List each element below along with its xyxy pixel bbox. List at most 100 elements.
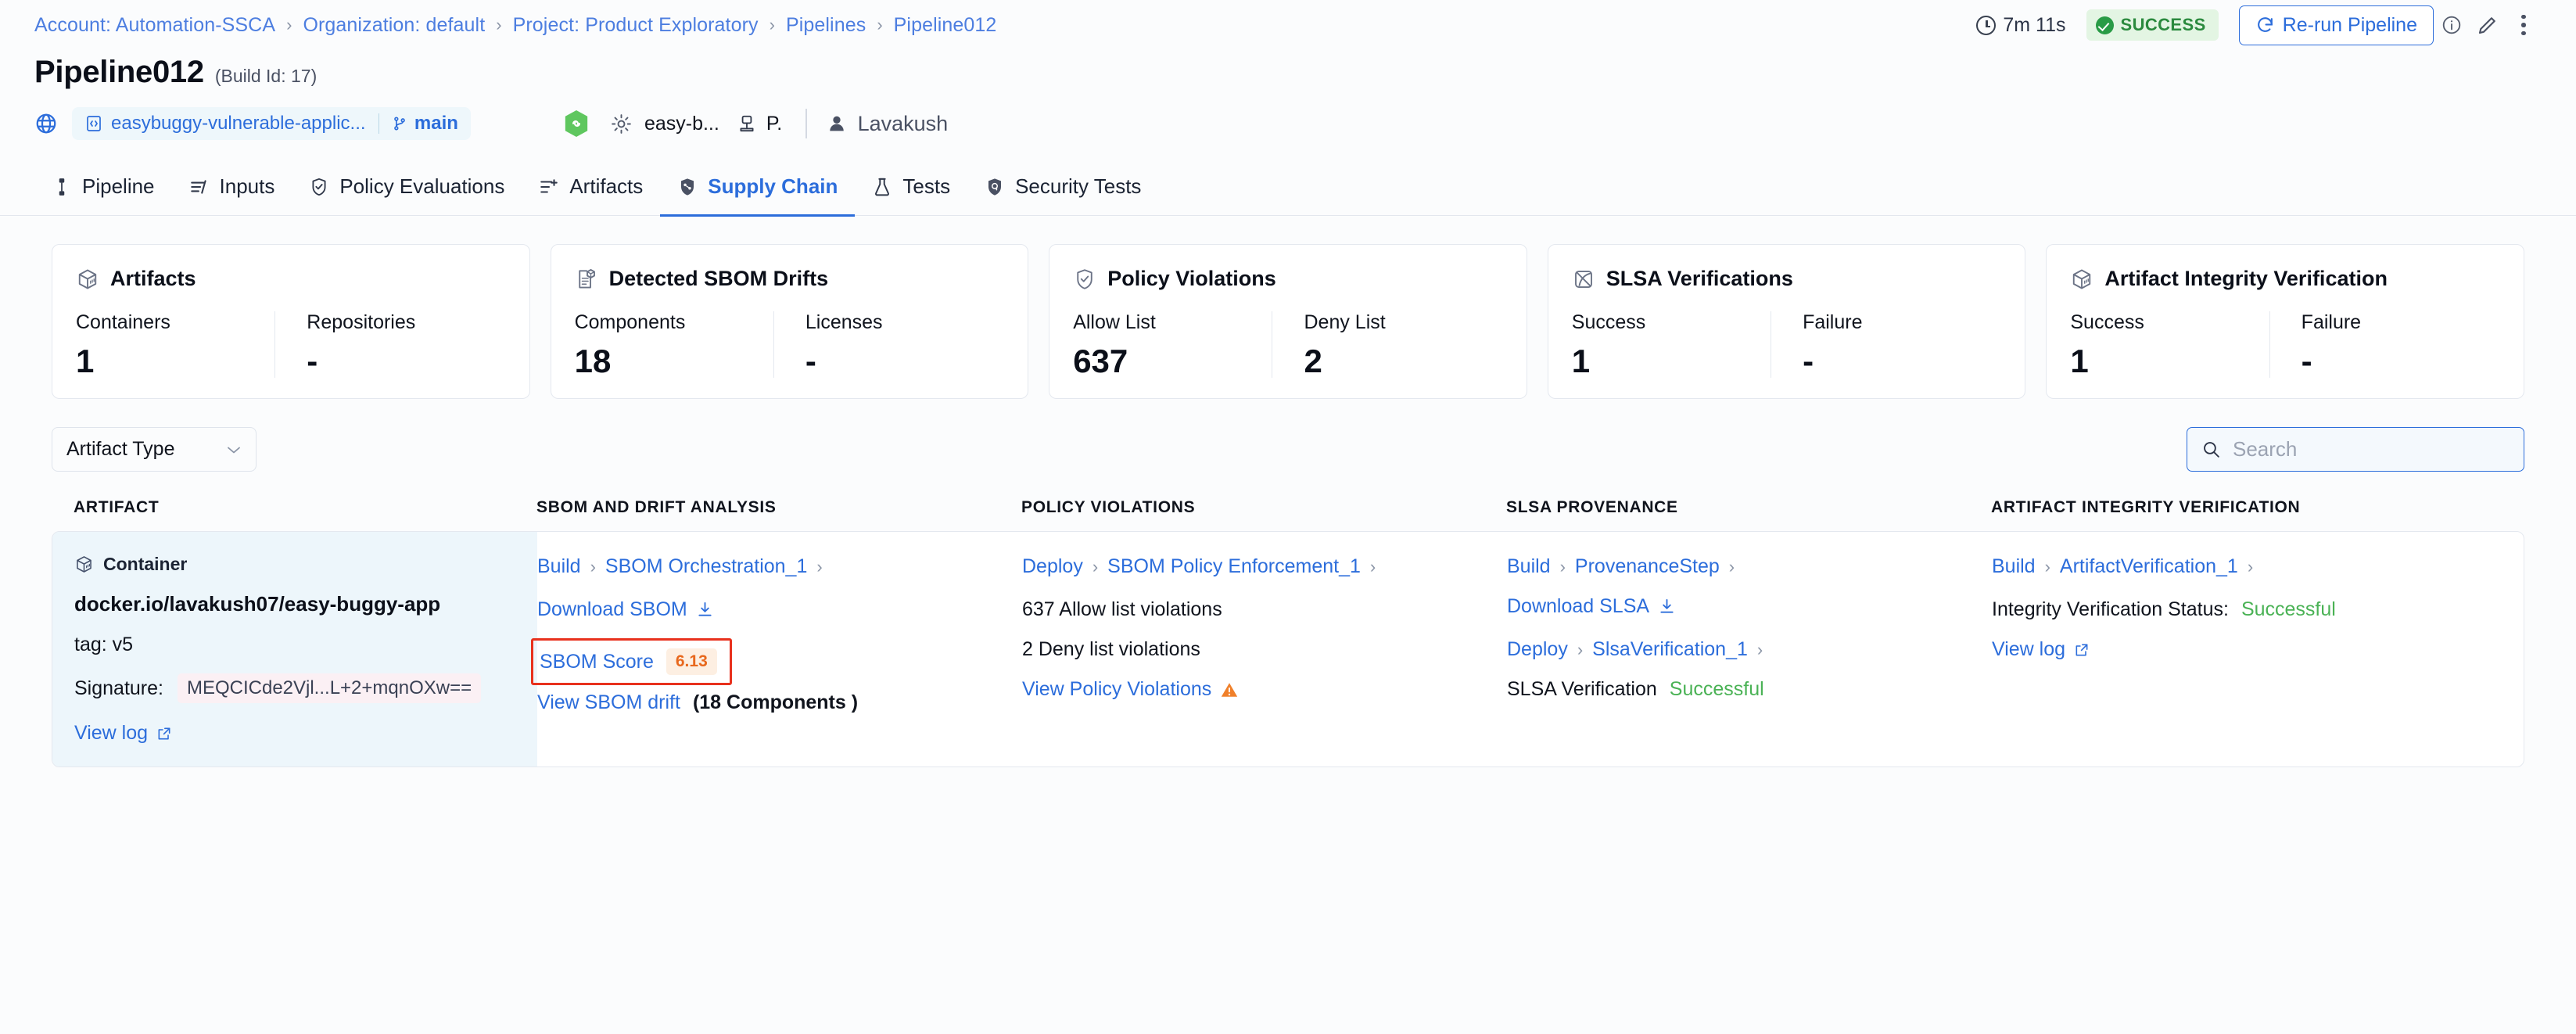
breadcrumb-item-pipelines[interactable]: Pipelines	[786, 14, 866, 37]
tab-supply-chain[interactable]: Supply Chain	[660, 162, 856, 217]
duration-text: 7m 11s	[2003, 13, 2066, 36]
download-slsa-link[interactable]: Download SLSA	[1507, 595, 1992, 618]
breadcrumb-item-project[interactable]: Project: Product Exploratory	[513, 14, 759, 37]
search-box[interactable]	[2187, 427, 2524, 472]
integrity-step-breadcrumb: Build › ArtifactVerification_1 ›	[1992, 555, 2524, 578]
repo-name: easybuggy-vulnerable-applic...	[111, 113, 366, 134]
column-header-sbom-and-drift-analysis: SBOM AND DRIFT ANALYSIS	[536, 498, 777, 517]
supply-chain-shield-icon	[681, 178, 694, 196]
breadcrumb-item-organization[interactable]: Organization: default	[303, 14, 485, 37]
download-slsa-label: Download SLSA	[1507, 595, 1650, 618]
service-name: easy-b...	[644, 112, 719, 135]
metric: Success 1	[2070, 311, 2269, 378]
card-policy-violations: Policy Violations Allow List 637 Deny Li…	[1049, 244, 1527, 400]
security-shield-icon	[988, 178, 1002, 196]
metric-value: 2	[1304, 343, 1322, 380]
metric: Failure -	[2269, 311, 2500, 379]
view-policy-violations-link[interactable]: View Policy Violations	[1022, 678, 1507, 701]
tab-artifacts[interactable]: Artifacts	[522, 162, 660, 217]
breadcrumb-item-pipeline012[interactable]: Pipeline012	[894, 14, 997, 37]
rerun-pipeline-button[interactable]: Re-run Pipeline	[2238, 5, 2434, 45]
artifact-view-log-link[interactable]: View log	[74, 722, 518, 745]
policy-step-link[interactable]: SBOM Policy Enforcement_1	[1107, 555, 1361, 578]
card-body: Success 1 Failure -	[2070, 311, 2500, 379]
card-title: Detected SBOM Drifts	[608, 267, 829, 291]
breadcrumb-separator: ›	[2044, 556, 2050, 576]
inputs-icon	[190, 179, 206, 194]
slsa-stage-link[interactable]: Build	[1507, 555, 1551, 578]
integrity-view-log-link[interactable]: View log	[1992, 638, 2524, 661]
card-header: Detected SBOM Drifts	[575, 267, 1005, 291]
environment-name: P.	[766, 112, 783, 135]
duration: 7m 11s	[1976, 13, 2066, 37]
allow-list-violations: 637 Allow list violations	[1022, 598, 1222, 621]
artifact-name: docker.io/lavakush07/easy-buggy-app	[74, 592, 441, 616]
tab-tests[interactable]: Tests	[855, 162, 967, 217]
breadcrumb-separator: ›	[1728, 556, 1735, 576]
metric: Allow List 637	[1073, 311, 1272, 378]
sbom-drift-row: View SBOM drift (18 Components )	[537, 691, 1022, 714]
download-sbom-link[interactable]: Download SBOM	[537, 598, 1022, 621]
service-hex-icon	[565, 110, 588, 137]
integrity-step-link[interactable]: ArtifactVerification_1	[2060, 555, 2238, 578]
integrity-status-value: Successful	[2241, 598, 2336, 621]
sbom-score-highlight[interactable]: SBOM Score 6.13	[531, 638, 732, 686]
download-icon	[698, 602, 712, 617]
column-header-artifact-integrity-verification: ARTIFACT INTEGRITY VERIFICATION	[1991, 498, 2301, 517]
breadcrumb-separator: ›	[1756, 639, 1763, 659]
tab-label: Security Tests	[1015, 174, 1142, 198]
artifact-type-select[interactable]: Artifact Type	[52, 427, 257, 472]
slsa-verification-status-row: SLSA Verification Successful	[1507, 678, 1992, 701]
artifact-type-label: Artifact Type	[66, 438, 175, 461]
tab-policy-evaluations[interactable]: Policy Evaluations	[292, 162, 522, 217]
supply-chain-table: ARTIFACT SBOM AND DRIFT ANALYSIS POLICY …	[0, 472, 2576, 768]
card-artifacts: Artifacts Containers 1 Repositories -	[52, 244, 530, 400]
slsa-verify-step-link[interactable]: SlsaVerification_1	[1592, 638, 1748, 661]
pipeline-icon	[59, 178, 65, 196]
card-artifact-integrity-verification: Artifact Integrity Verification Success …	[2046, 244, 2524, 400]
edit-button[interactable]	[2470, 7, 2506, 43]
view-sbom-drift-link[interactable]: View SBOM drift	[537, 691, 680, 714]
policy-shield-icon	[312, 178, 326, 196]
breadcrumb-item-account[interactable]: Account: Automation-SSCA	[34, 14, 275, 37]
tab-label: Inputs	[219, 174, 275, 198]
column-header-slsa-provenance: SLSA PROVENANCE	[1506, 498, 1678, 517]
breadcrumb-separator: ›	[1559, 556, 1566, 576]
integrity-stage-link[interactable]: Build	[1992, 555, 2036, 578]
metric-label: Components	[574, 311, 686, 334]
tab-pipeline[interactable]: Pipeline	[34, 162, 172, 217]
pencil-icon	[2478, 17, 2495, 34]
metric-label: Deny List	[1304, 311, 1386, 334]
tab-label: Artifacts	[569, 174, 644, 198]
branch-icon	[394, 117, 405, 131]
card-title: SLSA Verifications	[1606, 267, 1793, 291]
repo-chip[interactable]: easybuggy-vulnerable-applic... main	[72, 107, 471, 140]
breadcrumb-separator: ›	[496, 15, 502, 34]
search-input[interactable]	[2233, 437, 2510, 462]
table-row: Container docker.io/lavakush07/easy-bugg…	[52, 531, 2524, 768]
metric-value: 1	[76, 343, 95, 380]
policy-stage-link[interactable]: Deploy	[1022, 555, 1083, 578]
tab-security-tests[interactable]: Security Tests	[967, 162, 1158, 217]
gear-icon	[612, 113, 631, 134]
more-options-button[interactable]	[2506, 7, 2542, 43]
tab-inputs[interactable]: Inputs	[172, 162, 292, 217]
metric: Containers 1	[76, 311, 274, 378]
metric: Failure -	[1771, 311, 2001, 379]
table-header: ARTIFACT SBOM AND DRIFT ANALYSIS POLICY …	[52, 498, 2524, 531]
breadcrumb-separator: ›	[1369, 556, 1376, 576]
build-id: (Build Id: 17)	[214, 66, 318, 86]
cube-icon	[77, 556, 91, 573]
metric-label: Repositories	[307, 311, 416, 334]
sbom-step-link[interactable]: SBOM Orchestration_1	[605, 555, 807, 578]
slsa-verification-status: Successful	[1669, 678, 1764, 701]
sbom-stage-link[interactable]: Build	[537, 555, 581, 578]
warning-triangle-icon	[1222, 683, 1238, 697]
metric-label: Failure	[2301, 311, 2362, 334]
slsa-step-link[interactable]: ProvenanceStep	[1575, 555, 1720, 578]
info-button[interactable]	[2434, 7, 2470, 43]
slsa-verify-stage-link[interactable]: Deploy	[1507, 638, 1568, 661]
metric-label: Licenses	[805, 311, 883, 334]
tab-label: Policy Evaluations	[339, 174, 505, 198]
breadcrumb-separator: ›	[1092, 556, 1099, 576]
